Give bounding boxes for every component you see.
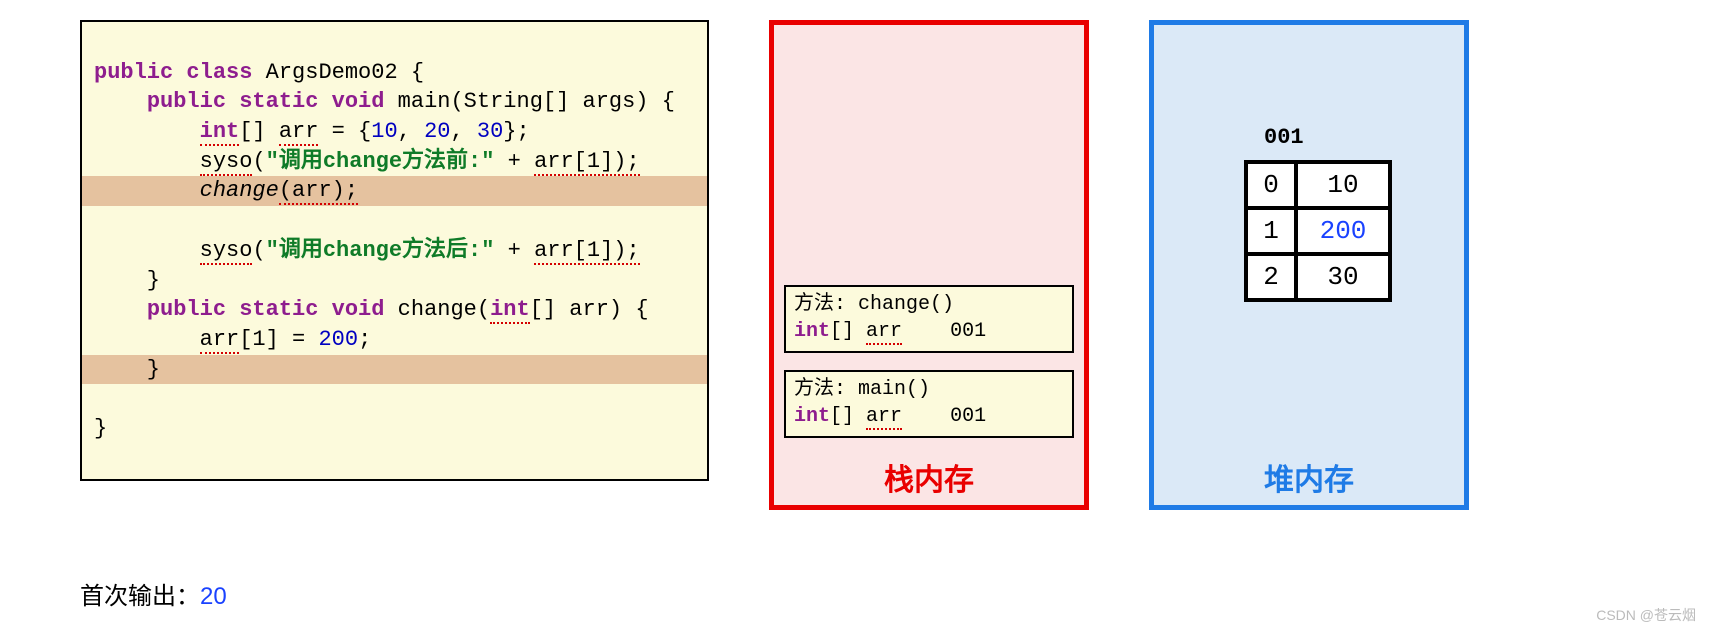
arr-v1: 20 (424, 119, 450, 144)
stack-frame-change: 方法: change() int[] arr 001 (784, 285, 1074, 353)
heap-memory: 001 010 1200 230 堆内存 (1149, 20, 1469, 510)
kw-public: public (147, 297, 226, 322)
arr-idx-1: arr[1]); (534, 149, 640, 176)
code-block: public class ArgsDemo02 { public static … (80, 20, 709, 481)
arr-decl-post: = { (318, 119, 371, 144)
change-arg: (arr); (279, 178, 358, 205)
frame-addr: 001 (950, 405, 986, 428)
frame-title: 方法: change() (794, 291, 1064, 318)
kw-static: static (239, 89, 318, 114)
stack-memory: 方法: change() int[] arr 001 方法: main() in… (769, 20, 1089, 510)
frame-rest: [] (830, 320, 866, 343)
kw-int: int (200, 119, 240, 146)
heap-address: 001 (1264, 125, 1304, 150)
diagram-layout: public class ArgsDemo02 { public static … (80, 20, 1636, 611)
arr-v0: 10 (371, 119, 397, 144)
frame-int: int (794, 405, 830, 428)
str-after: "调用change方法后:" (266, 238, 495, 263)
assign-val: 200 (318, 327, 358, 352)
kw-void: void (332, 89, 385, 114)
class-name: ArgsDemo02 (266, 60, 398, 85)
heap-val-0: 10 (1296, 162, 1390, 208)
frame-rest: [] (830, 405, 866, 428)
arr-v2: 30 (477, 119, 503, 144)
syso-1: syso (200, 149, 253, 176)
frame-addr: 001 (950, 320, 986, 343)
stack-label: 栈内存 (774, 455, 1084, 499)
assign-lhs: arr (200, 327, 240, 354)
stack-frame-main: 方法: main() int[] arr 001 (784, 370, 1074, 438)
plus-2: + (494, 238, 534, 263)
arr-idx-2: arr[1]); (534, 238, 640, 265)
heap-label: 堆内存 (1154, 455, 1464, 499)
kw-class: class (186, 60, 252, 85)
watermark: CSDN @苍云烟 (1596, 605, 1696, 625)
param-rest: [] arr) { (530, 297, 649, 322)
output-value: 20 (200, 583, 227, 610)
plus-1: + (494, 149, 534, 174)
heap-array-table: 010 1200 230 (1244, 160, 1392, 302)
output-label: 首次输出： (80, 583, 200, 610)
heap-idx-1: 1 (1246, 208, 1296, 254)
main-sig: main(String[] args) { (398, 89, 675, 114)
kw-public: public (94, 60, 173, 85)
change-sig: change( (398, 297, 490, 322)
arr-decl-pre: [] (239, 119, 279, 144)
heap-val-2: 30 (1296, 254, 1390, 300)
assign-idx: [1] = (239, 327, 318, 352)
change-call: change (200, 178, 279, 203)
str-before: "调用change方法前:" (266, 149, 495, 174)
output-text: 首次输出：20 (80, 576, 709, 611)
param-int: int (490, 297, 530, 324)
heap-idx-2: 2 (1246, 254, 1296, 300)
syso-2: syso (200, 238, 253, 265)
frame-arr: arr (866, 405, 902, 430)
arr-name: arr (279, 119, 319, 146)
frame-arr: arr (866, 320, 902, 345)
frame-int: int (794, 320, 830, 343)
left-column: public class ArgsDemo02 { public static … (80, 20, 709, 611)
semi: ; (358, 327, 371, 352)
kw-void: void (332, 297, 385, 322)
heap-val-1: 200 (1296, 208, 1390, 254)
kw-static: static (239, 297, 318, 322)
frame-title: 方法: main() (794, 376, 1064, 403)
kw-public: public (147, 89, 226, 114)
heap-idx-0: 0 (1246, 162, 1296, 208)
